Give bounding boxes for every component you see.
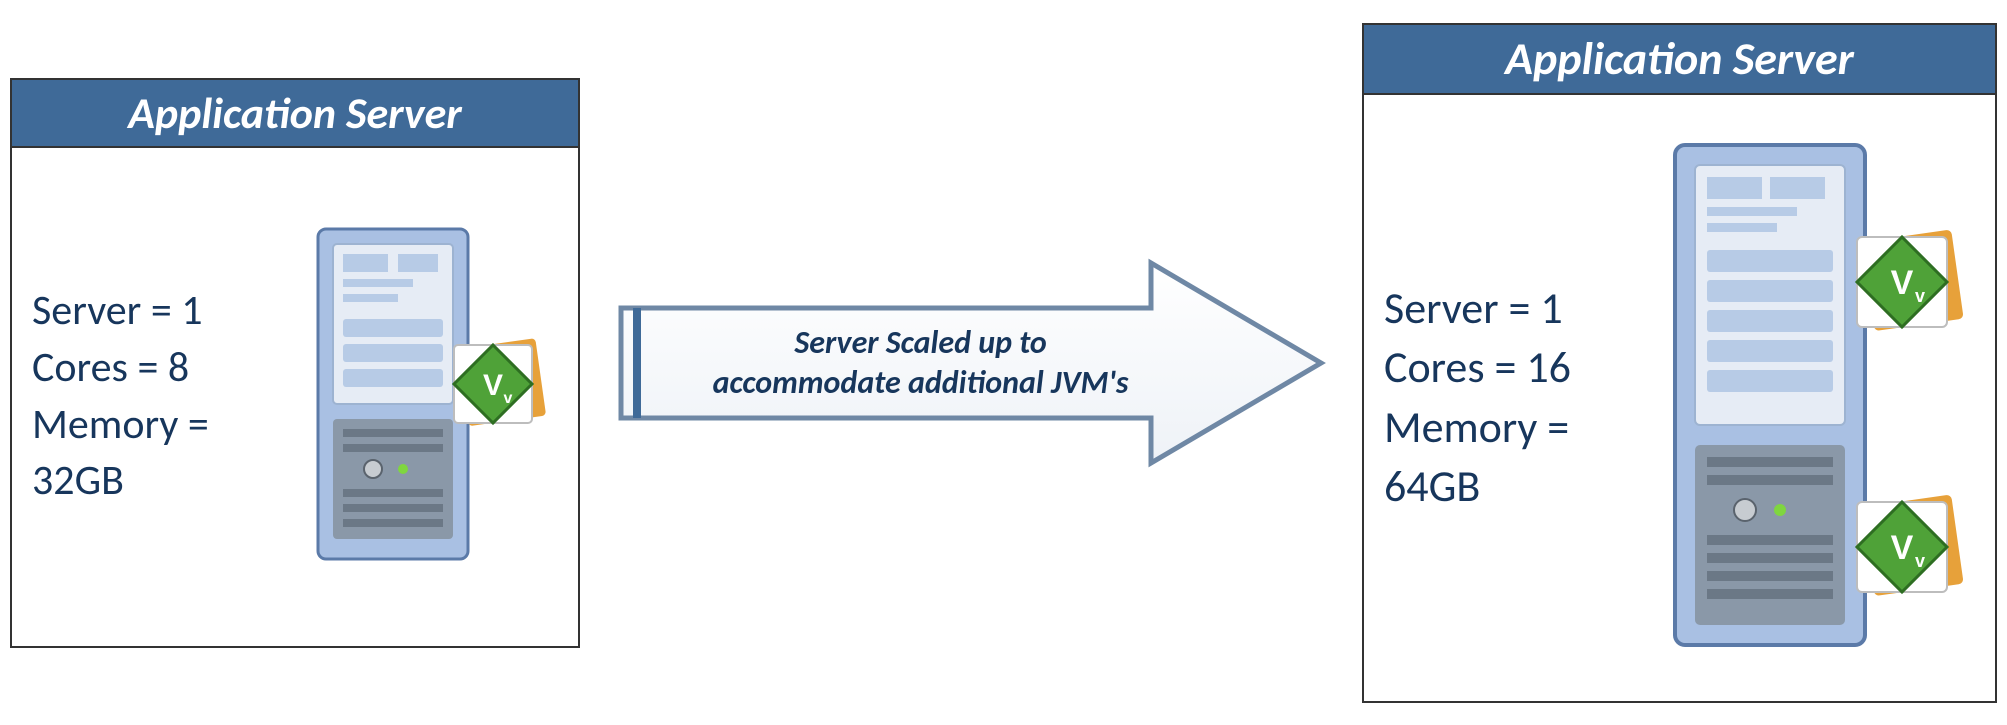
vault-jvm-badge-icon: V v	[1857, 229, 1964, 331]
svg-text:v: v	[504, 390, 513, 407]
server-tower-icon: V v V v	[1655, 135, 1975, 655]
scale-up-arrow-container: Server Scaled up to accommodate addition…	[580, 253, 1362, 473]
left-box-body: Server = 1 Cores = 8 Memory = 32GB	[12, 148, 578, 646]
right-server-specs: Server = 1 Cores = 16 Memory = 64GB	[1384, 279, 1640, 517]
right-box-title: Application Server	[1364, 25, 1995, 95]
svg-text:v: v	[1915, 286, 1925, 306]
left-application-server-box: Application Server Server = 1 Cores = 8 …	[10, 78, 580, 648]
server-tower-icon: V v	[298, 219, 558, 569]
left-server-graphic: V v	[298, 219, 558, 574]
svg-text:v: v	[1915, 551, 1925, 571]
scale-up-arrow: Server Scaled up to accommodate addition…	[611, 253, 1331, 473]
vault-jvm-badge-icon: V v	[1857, 494, 1964, 596]
vault-jvm-badge-icon: V v	[454, 338, 546, 426]
left-server-specs: Server = 1 Cores = 8 Memory = 32GB	[32, 283, 283, 510]
right-server-graphic: V v V v	[1655, 135, 1975, 660]
arrow-label: Server Scaled up to accommodate addition…	[706, 323, 1136, 403]
right-box-body: Server = 1 Cores = 16 Memory = 64GB	[1364, 95, 1995, 701]
svg-text:V: V	[1891, 529, 1914, 567]
svg-text:V: V	[1891, 264, 1914, 302]
right-application-server-box: Application Server Server = 1 Cores = 16…	[1362, 23, 1997, 703]
left-box-title: Application Server	[12, 80, 578, 148]
svg-text:V: V	[483, 369, 503, 402]
